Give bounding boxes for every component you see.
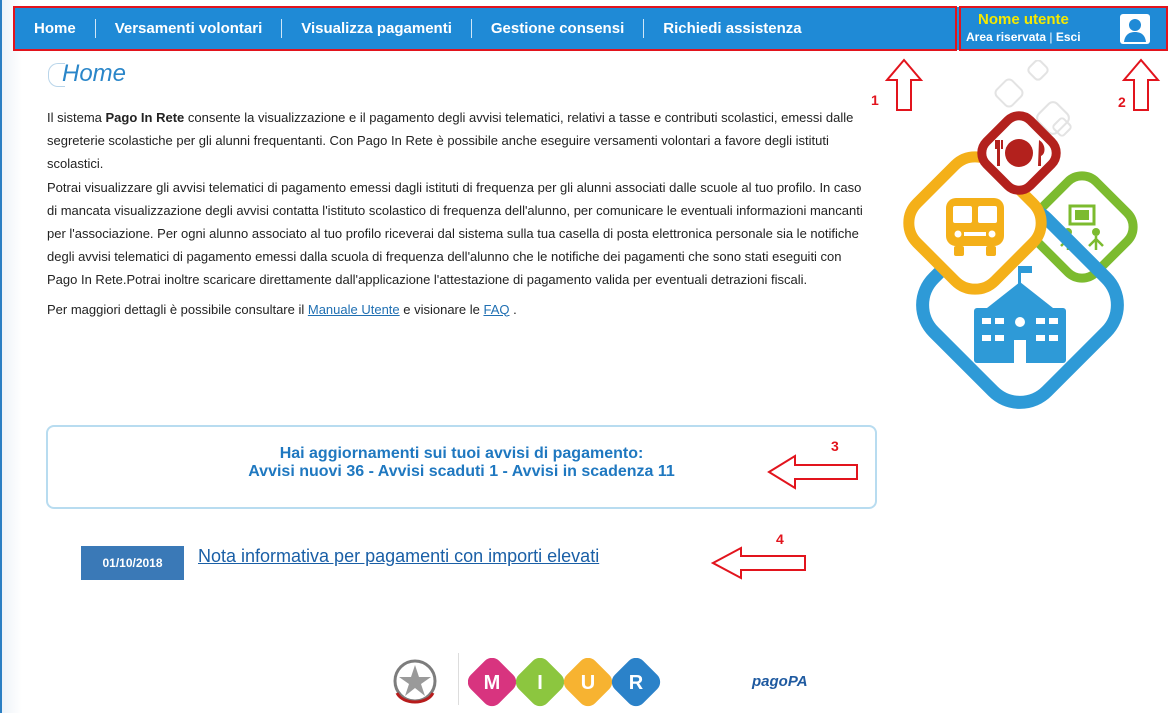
miur-letter-m: M — [484, 672, 501, 694]
updates-heading: Hai aggiornamenti sui tuoi avvisi di pag… — [279, 445, 644, 462]
intro-paragraph-1: Il sistema Pago In Rete consente la visu… — [47, 106, 875, 176]
intro-paragraph-3: Per maggiori dettagli è possibile consul… — [47, 298, 875, 321]
arrow-up-icon — [884, 58, 924, 111]
miur-letter-i: I — [537, 672, 543, 694]
left-shade — [2, 0, 22, 713]
miur-letter-r: R — [629, 672, 644, 694]
pagopa-logo: pagoPA — [752, 673, 808, 690]
updates-counts: Avvisi nuovi 36 - Avvisi scaduti 1 - Avv… — [248, 463, 675, 480]
annotation-box-user — [959, 6, 1168, 51]
annotation-number-2: 2 — [1118, 94, 1126, 110]
brand-name: Pago In Rete — [105, 110, 185, 125]
news-item: 01/10/2018 Nota informativa per pagament… — [81, 546, 599, 580]
italian-republic-emblem — [393, 659, 437, 704]
miur-logo: M I U R — [468, 658, 661, 707]
faq-link[interactable]: FAQ — [483, 302, 509, 317]
arrow-left-icon — [767, 454, 858, 490]
annotation-number-4: 4 — [776, 531, 784, 547]
annotation-number-1: 1 — [871, 92, 879, 108]
news-date-badge: 01/10/2018 — [81, 546, 184, 580]
intro-p3-end: . — [509, 301, 517, 317]
annotation-box-nav — [13, 6, 957, 51]
intro-p1-start: Il sistema — [47, 110, 106, 125]
arrow-left-icon — [711, 546, 806, 580]
miur-letter-u: U — [581, 672, 595, 694]
annotation-number-3: 3 — [831, 438, 839, 454]
intro-p3-middle: e visionare le — [399, 301, 484, 317]
page-title: Home — [62, 60, 127, 87]
payment-updates-box[interactable]: Hai aggiornamenti sui tuoi avvisi di pag… — [46, 425, 877, 509]
intro-p3-start: Per maggiori dettagli è possibile consul… — [47, 301, 308, 317]
footer-divider — [458, 653, 459, 705]
intro-paragraph-2: Potrai visualizzare gli avvisi telematic… — [47, 179, 863, 288]
school-illustration — [903, 60, 1138, 409]
arrow-up-icon — [1121, 58, 1161, 111]
intro-text: Il sistema Pago In Rete consente la visu… — [47, 106, 875, 321]
manual-link[interactable]: Manuale Utente — [308, 302, 400, 317]
news-link[interactable]: Nota informativa per pagamenti con impor… — [198, 546, 599, 567]
